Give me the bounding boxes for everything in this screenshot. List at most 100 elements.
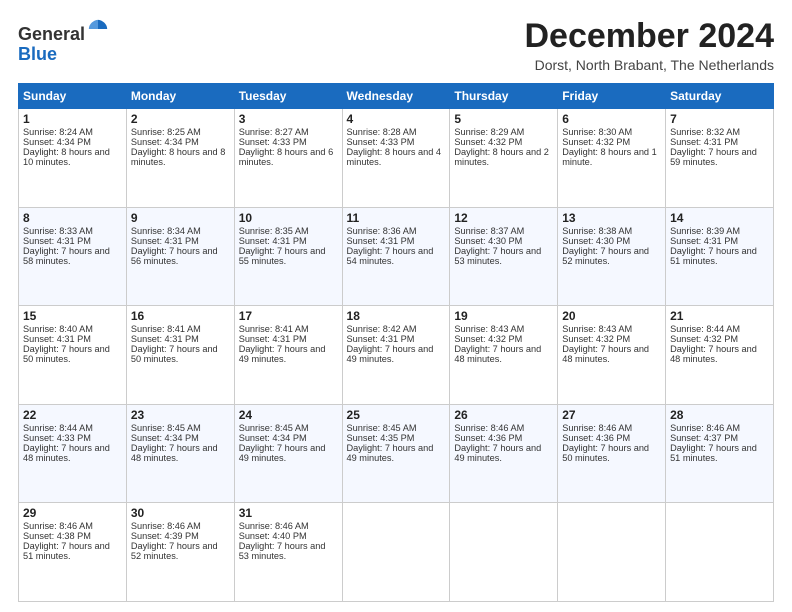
sunrise: Sunrise: 8:24 AM — [23, 127, 93, 137]
sunrise: Sunrise: 8:46 AM — [562, 423, 632, 433]
daylight: Daylight: 8 hours and 10 minutes. — [23, 147, 110, 167]
sunrise: Sunrise: 8:43 AM — [454, 324, 524, 334]
logo-blue: Blue — [18, 44, 57, 64]
sunrise: Sunrise: 8:46 AM — [131, 521, 201, 531]
month-title: December 2024 — [524, 18, 774, 55]
sunrise: Sunrise: 8:36 AM — [347, 226, 417, 236]
sunset: Sunset: 4:33 PM — [23, 433, 91, 443]
calendar-cell: 5Sunrise: 8:29 AMSunset: 4:32 PMDaylight… — [450, 109, 558, 208]
calendar-cell: 3Sunrise: 8:27 AMSunset: 4:33 PMDaylight… — [234, 109, 342, 208]
daylight: Daylight: 7 hours and 48 minutes. — [562, 344, 649, 364]
day-number: 26 — [454, 408, 553, 422]
logo: General Blue — [18, 18, 109, 65]
daylight: Daylight: 8 hours and 4 minutes. — [347, 147, 442, 167]
week-row-5: 29Sunrise: 8:46 AMSunset: 4:38 PMDayligh… — [19, 503, 774, 602]
day-number: 12 — [454, 211, 553, 225]
sunset: Sunset: 4:32 PM — [454, 137, 522, 147]
sunrise: Sunrise: 8:27 AM — [239, 127, 309, 137]
week-row-2: 8Sunrise: 8:33 AMSunset: 4:31 PMDaylight… — [19, 207, 774, 306]
sunset: Sunset: 4:32 PM — [562, 334, 630, 344]
daylight: Daylight: 7 hours and 49 minutes. — [239, 344, 326, 364]
daylight: Daylight: 8 hours and 2 minutes. — [454, 147, 549, 167]
daylight: Daylight: 8 hours and 6 minutes. — [239, 147, 334, 167]
day-number: 7 — [670, 112, 769, 126]
sunrise: Sunrise: 8:34 AM — [131, 226, 201, 236]
sunset: Sunset: 4:31 PM — [131, 236, 199, 246]
sunrise: Sunrise: 8:41 AM — [239, 324, 309, 334]
calendar-cell: 2Sunrise: 8:25 AMSunset: 4:34 PMDaylight… — [126, 109, 234, 208]
sunrise: Sunrise: 8:30 AM — [562, 127, 632, 137]
daylight: Daylight: 7 hours and 50 minutes. — [131, 344, 218, 364]
sunset: Sunset: 4:32 PM — [670, 334, 738, 344]
day-number: 8 — [23, 211, 122, 225]
day-number: 22 — [23, 408, 122, 422]
sunset: Sunset: 4:34 PM — [131, 433, 199, 443]
sunset: Sunset: 4:39 PM — [131, 531, 199, 541]
day-number: 11 — [347, 211, 446, 225]
daylight: Daylight: 7 hours and 53 minutes. — [239, 541, 326, 561]
sunrise: Sunrise: 8:28 AM — [347, 127, 417, 137]
calendar-cell: 29Sunrise: 8:46 AMSunset: 4:38 PMDayligh… — [19, 503, 127, 602]
sunrise: Sunrise: 8:46 AM — [239, 521, 309, 531]
day-number: 20 — [562, 309, 661, 323]
sunrise: Sunrise: 8:45 AM — [239, 423, 309, 433]
sunrise: Sunrise: 8:42 AM — [347, 324, 417, 334]
week-row-3: 15Sunrise: 8:40 AMSunset: 4:31 PMDayligh… — [19, 306, 774, 405]
sunrise: Sunrise: 8:40 AM — [23, 324, 93, 334]
daylight: Daylight: 7 hours and 55 minutes. — [239, 246, 326, 266]
sunset: Sunset: 4:32 PM — [454, 334, 522, 344]
header-row: SundayMondayTuesdayWednesdayThursdayFrid… — [19, 84, 774, 109]
sunset: Sunset: 4:35 PM — [347, 433, 415, 443]
sunrise: Sunrise: 8:45 AM — [131, 423, 201, 433]
daylight: Daylight: 7 hours and 52 minutes. — [131, 541, 218, 561]
sunset: Sunset: 4:31 PM — [239, 236, 307, 246]
subtitle: Dorst, North Brabant, The Netherlands — [524, 57, 774, 73]
day-number: 9 — [131, 211, 230, 225]
page: General Blue December 2024 Dorst, North … — [0, 0, 792, 612]
sunrise: Sunrise: 8:33 AM — [23, 226, 93, 236]
title-block: December 2024 Dorst, North Brabant, The … — [524, 18, 774, 73]
calendar-cell: 8Sunrise: 8:33 AMSunset: 4:31 PMDaylight… — [19, 207, 127, 306]
calendar-cell: 10Sunrise: 8:35 AMSunset: 4:31 PMDayligh… — [234, 207, 342, 306]
sunset: Sunset: 4:31 PM — [131, 334, 199, 344]
sunset: Sunset: 4:36 PM — [454, 433, 522, 443]
calendar-cell: 23Sunrise: 8:45 AMSunset: 4:34 PMDayligh… — [126, 404, 234, 503]
calendar-cell: 6Sunrise: 8:30 AMSunset: 4:32 PMDaylight… — [558, 109, 666, 208]
day-number: 3 — [239, 112, 338, 126]
calendar-cell: 11Sunrise: 8:36 AMSunset: 4:31 PMDayligh… — [342, 207, 450, 306]
daylight: Daylight: 8 hours and 1 minute. — [562, 147, 657, 167]
day-number: 14 — [670, 211, 769, 225]
daylight: Daylight: 8 hours and 8 minutes. — [131, 147, 226, 167]
calendar-cell: 17Sunrise: 8:41 AMSunset: 4:31 PMDayligh… — [234, 306, 342, 405]
calendar-cell: 4Sunrise: 8:28 AMSunset: 4:33 PMDaylight… — [342, 109, 450, 208]
day-number: 21 — [670, 309, 769, 323]
day-number: 10 — [239, 211, 338, 225]
sunrise: Sunrise: 8:29 AM — [454, 127, 524, 137]
daylight: Daylight: 7 hours and 48 minutes. — [131, 443, 218, 463]
daylight: Daylight: 7 hours and 49 minutes. — [239, 443, 326, 463]
day-number: 2 — [131, 112, 230, 126]
day-number: 17 — [239, 309, 338, 323]
sunset: Sunset: 4:30 PM — [454, 236, 522, 246]
day-number: 31 — [239, 506, 338, 520]
sunset: Sunset: 4:33 PM — [239, 137, 307, 147]
sunset: Sunset: 4:31 PM — [347, 236, 415, 246]
sunset: Sunset: 4:40 PM — [239, 531, 307, 541]
calendar-cell: 7Sunrise: 8:32 AMSunset: 4:31 PMDaylight… — [666, 109, 774, 208]
daylight: Daylight: 7 hours and 51 minutes. — [23, 541, 110, 561]
header-day-friday: Friday — [558, 84, 666, 109]
calendar-body: 1Sunrise: 8:24 AMSunset: 4:34 PMDaylight… — [19, 109, 774, 602]
week-row-4: 22Sunrise: 8:44 AMSunset: 4:33 PMDayligh… — [19, 404, 774, 503]
header-day-wednesday: Wednesday — [342, 84, 450, 109]
logo-text: General Blue — [18, 18, 109, 65]
day-number: 24 — [239, 408, 338, 422]
sunset: Sunset: 4:30 PM — [562, 236, 630, 246]
header-day-sunday: Sunday — [19, 84, 127, 109]
day-number: 30 — [131, 506, 230, 520]
sunset: Sunset: 4:31 PM — [670, 137, 738, 147]
sunrise: Sunrise: 8:38 AM — [562, 226, 632, 236]
day-number: 5 — [454, 112, 553, 126]
daylight: Daylight: 7 hours and 53 minutes. — [454, 246, 541, 266]
sunrise: Sunrise: 8:46 AM — [454, 423, 524, 433]
sunset: Sunset: 4:33 PM — [347, 137, 415, 147]
